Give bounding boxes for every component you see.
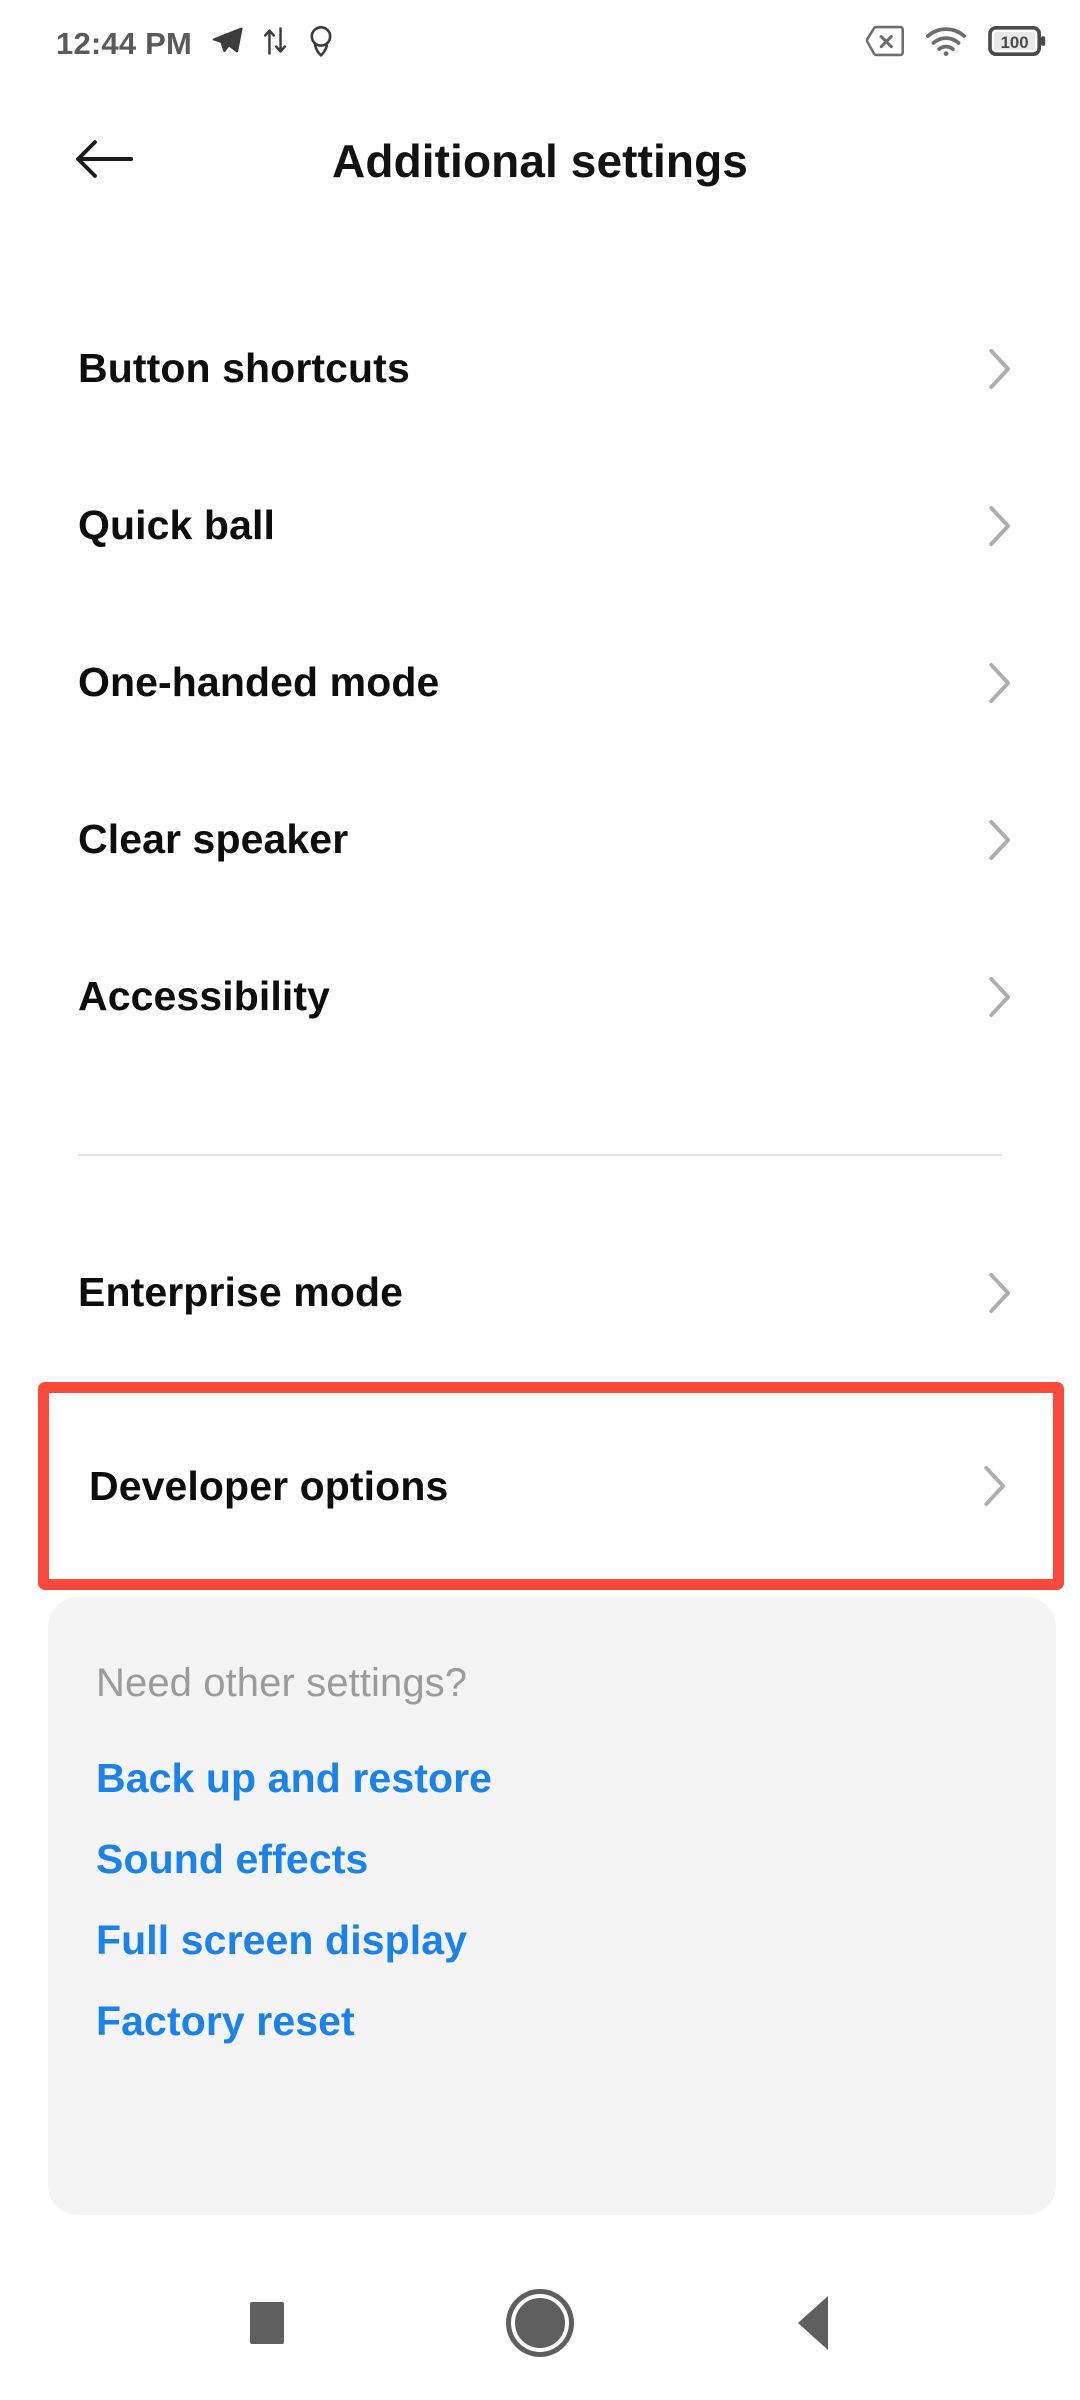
settings-row-label: Quick ball (78, 502, 275, 548)
section-divider (78, 1154, 1002, 1156)
settings-row-label: Clear speaker (78, 816, 349, 862)
settings-group-secondary: Enterprise mode (0, 1214, 1080, 1371)
data-transfer-icon (262, 25, 288, 62)
telegram-send-icon (210, 24, 244, 63)
chevron-right-icon (986, 347, 1012, 391)
settings-row-clear-speaker[interactable]: Clear speaker (0, 761, 1080, 918)
square-recents-icon (250, 2301, 284, 2344)
suggestion-link-back-up-and-restore[interactable]: Back up and restore (48, 1738, 1056, 1819)
circle-home-icon (515, 2297, 565, 2348)
status-bar-right: 100 (865, 25, 1046, 62)
suggestion-link-full-screen-display[interactable]: Full screen display (48, 1900, 1056, 1981)
suggestions-link-list: Back up and restore Sound effects Full s… (48, 1738, 1056, 2062)
settings-row-label: Developer options (89, 1462, 449, 1509)
need-other-settings-card: Need other settings? Back up and restore… (48, 1597, 1056, 2215)
location-pin-icon (306, 24, 336, 63)
chevron-right-icon (986, 504, 1012, 548)
settings-row-accessibility[interactable]: Accessibility (0, 918, 1080, 1075)
suggestions-heading: Need other settings? (96, 1661, 468, 1705)
settings-row-label: One-handed mode (78, 659, 440, 705)
sim-card-no-service-icon (865, 25, 904, 62)
chevron-right-icon (986, 1271, 1012, 1315)
settings-row-developer-options[interactable]: Developer options (49, 1393, 1053, 1579)
battery-level-text: 100 (1001, 32, 1029, 51)
phone-screen: 12:44 PM 100 Additional settings Button … (0, 0, 1080, 2400)
battery-icon: 100 (988, 25, 1046, 61)
system-navigation-bar (0, 2245, 1080, 2400)
home-button[interactable] (494, 2277, 586, 2369)
suggestion-link-sound-effects[interactable]: Sound effects (48, 1819, 1056, 1900)
settings-row-label: Enterprise mode (78, 1269, 404, 1315)
wifi-icon (926, 25, 966, 62)
settings-row-button-shortcuts[interactable]: Button shortcuts (0, 290, 1080, 447)
recents-button[interactable] (221, 2277, 313, 2369)
chevron-right-icon (986, 975, 1012, 1019)
chevron-right-icon (981, 1464, 1007, 1508)
settings-group-primary: Button shortcuts Quick ball One-handed m… (0, 290, 1080, 1075)
status-bar-clock: 12:44 PM (56, 25, 192, 61)
page-title: Additional settings (332, 135, 748, 187)
status-bar: 12:44 PM 100 (0, 0, 1080, 86)
developer-options-highlight: Developer options (38, 1382, 1064, 1590)
settings-row-enterprise-mode[interactable]: Enterprise mode (0, 1214, 1080, 1371)
settings-row-label: Accessibility (78, 973, 330, 1019)
triangle-back-icon (798, 2295, 828, 2350)
chevron-right-icon (986, 661, 1012, 705)
app-bar: Additional settings (0, 86, 1080, 236)
status-bar-left: 12:44 PM (56, 24, 336, 63)
chevron-right-icon (986, 818, 1012, 862)
settings-row-quick-ball[interactable]: Quick ball (0, 447, 1080, 604)
settings-row-one-handed-mode[interactable]: One-handed mode (0, 604, 1080, 761)
back-nav-button[interactable] (767, 2277, 859, 2369)
suggestion-link-factory-reset[interactable]: Factory reset (48, 1981, 1056, 2062)
settings-row-label: Button shortcuts (78, 345, 410, 391)
